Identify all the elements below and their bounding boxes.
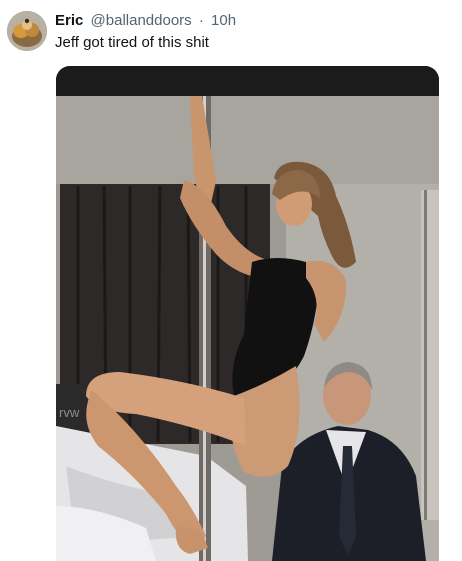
author-display-name[interactable]: Eric [55, 12, 83, 29]
tweet-text: Jeff got tired of this shit [55, 34, 209, 51]
author-handle[interactable]: @ballanddoors [91, 12, 192, 29]
tweet-header: Eric @ballanddoors · 10h [55, 11, 236, 31]
tweet[interactable]: Eric @ballanddoors · 10h Jeff got tired … [0, 0, 462, 561]
avatar[interactable] [7, 11, 47, 51]
avatar-image [7, 11, 47, 51]
separator-dot: · [198, 12, 204, 29]
tweet-media[interactable]: rvw [56, 66, 439, 561]
tweet-timestamp[interactable]: 10h [211, 12, 236, 29]
photo-image: rvw [56, 66, 439, 561]
sign-text: rvw [59, 405, 80, 420]
